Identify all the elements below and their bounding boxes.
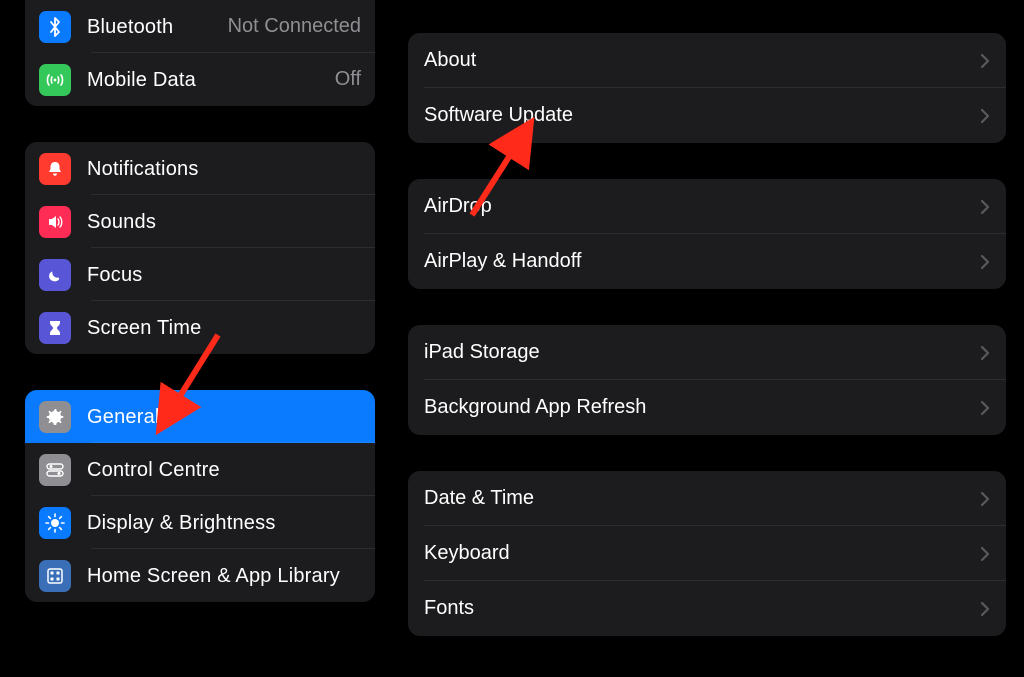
sidebar-item-display-brightness[interactable]: Display & Brightness bbox=[25, 496, 375, 549]
chevron-right-icon bbox=[980, 108, 990, 124]
sidebar-item-focus[interactable]: Focus bbox=[25, 248, 375, 301]
main-item-label: AirPlay & Handoff bbox=[424, 250, 972, 273]
main-item-label: Background App Refresh bbox=[424, 396, 972, 419]
sidebar-item-status: Off bbox=[335, 68, 361, 91]
main-item-label: Fonts bbox=[424, 597, 972, 620]
main-item-ipad-storage[interactable]: iPad Storage bbox=[408, 325, 1006, 380]
settings-sidebar: Bluetooth Not Connected Mobile Data Off … bbox=[0, 0, 390, 677]
grid-icon bbox=[39, 560, 71, 592]
sidebar-item-status: Not Connected bbox=[228, 15, 361, 38]
sidebar-item-label: Home Screen & App Library bbox=[87, 564, 361, 588]
sidebar-item-label: Display & Brightness bbox=[87, 511, 361, 535]
chevron-right-icon bbox=[980, 254, 990, 270]
sidebar-item-label: Focus bbox=[87, 263, 361, 287]
bell-icon bbox=[39, 153, 71, 185]
main-item-fonts[interactable]: Fonts bbox=[408, 581, 1006, 636]
main-item-background-app-refresh[interactable]: Background App Refresh bbox=[408, 380, 1006, 435]
main-item-airplay-handoff[interactable]: AirPlay & Handoff bbox=[408, 234, 1006, 289]
sidebar-item-general[interactable]: General bbox=[25, 390, 375, 443]
gear-icon bbox=[39, 401, 71, 433]
sidebar-item-home-screen[interactable]: Home Screen & App Library bbox=[25, 549, 375, 602]
sidebar-group-notifications: Notifications Sounds Focus Screen Time bbox=[25, 142, 375, 354]
main-item-label: About bbox=[424, 49, 972, 72]
sidebar-item-label: Sounds bbox=[87, 210, 361, 234]
main-item-date-time[interactable]: Date & Time bbox=[408, 471, 1006, 526]
sidebar-group-general: General Control Centre Display & Brightn… bbox=[25, 390, 375, 602]
chevron-right-icon bbox=[980, 491, 990, 507]
main-item-about[interactable]: About bbox=[408, 33, 1006, 88]
main-group-airdrop: AirDrop AirPlay & Handoff bbox=[408, 179, 1006, 289]
main-item-keyboard[interactable]: Keyboard bbox=[408, 526, 1006, 581]
chevron-right-icon bbox=[980, 199, 990, 215]
sidebar-group-connectivity: Bluetooth Not Connected Mobile Data Off bbox=[25, 0, 375, 106]
sidebar-item-label: Bluetooth bbox=[87, 15, 220, 39]
sidebar-item-label: Control Centre bbox=[87, 458, 361, 482]
speaker-icon bbox=[39, 206, 71, 238]
sidebar-item-bluetooth[interactable]: Bluetooth Not Connected bbox=[25, 0, 375, 53]
sidebar-item-label: Notifications bbox=[87, 157, 361, 181]
bluetooth-icon bbox=[39, 11, 71, 43]
chevron-right-icon bbox=[980, 53, 990, 69]
sidebar-item-label: Screen Time bbox=[87, 316, 361, 340]
main-item-software-update[interactable]: Software Update bbox=[408, 88, 1006, 143]
sidebar-item-mobile-data[interactable]: Mobile Data Off bbox=[25, 53, 375, 106]
main-item-airdrop[interactable]: AirDrop bbox=[408, 179, 1006, 234]
antenna-icon bbox=[39, 64, 71, 96]
main-item-label: Date & Time bbox=[424, 487, 972, 510]
switches-icon bbox=[39, 454, 71, 486]
sidebar-item-sounds[interactable]: Sounds bbox=[25, 195, 375, 248]
sidebar-item-notifications[interactable]: Notifications bbox=[25, 142, 375, 195]
general-settings-panel: About Software Update AirDrop AirPlay & … bbox=[390, 0, 1024, 677]
main-group-storage: iPad Storage Background App Refresh bbox=[408, 325, 1006, 435]
main-item-label: Keyboard bbox=[424, 542, 972, 565]
main-item-label: AirDrop bbox=[424, 195, 972, 218]
main-item-label: iPad Storage bbox=[424, 341, 972, 364]
chevron-right-icon bbox=[980, 601, 990, 617]
sidebar-item-control-centre[interactable]: Control Centre bbox=[25, 443, 375, 496]
chevron-right-icon bbox=[980, 345, 990, 361]
main-group-datetime: Date & Time Keyboard Fonts bbox=[408, 471, 1006, 636]
moon-icon bbox=[39, 259, 71, 291]
chevron-right-icon bbox=[980, 546, 990, 562]
hourglass-icon bbox=[39, 312, 71, 344]
chevron-right-icon bbox=[980, 400, 990, 416]
sidebar-item-screen-time[interactable]: Screen Time bbox=[25, 301, 375, 354]
sidebar-item-label: General bbox=[87, 405, 361, 429]
sidebar-item-label: Mobile Data bbox=[87, 68, 327, 92]
main-group-about: About Software Update bbox=[408, 33, 1006, 143]
brightness-icon bbox=[39, 507, 71, 539]
main-item-label: Software Update bbox=[424, 104, 972, 127]
